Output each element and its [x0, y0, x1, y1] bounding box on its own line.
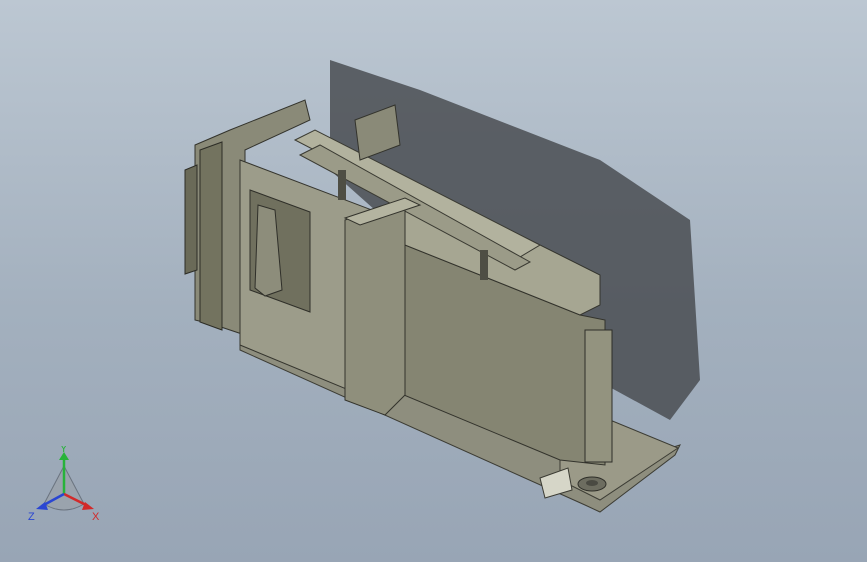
center-band: [344, 199, 406, 416]
clamp-left: [338, 170, 346, 200]
orientation-triad[interactable]: Y X Z: [24, 446, 104, 526]
3d-model[interactable]: [0, 0, 867, 562]
graphics-viewport[interactable]: Y X Z: [0, 0, 867, 562]
belt-roller: [584, 329, 613, 463]
clamp-right: [480, 250, 488, 280]
rear-cover: [199, 141, 223, 331]
rear-grille: [184, 164, 198, 275]
y-axis-label: Y: [60, 446, 68, 455]
x-axis-label: X: [92, 511, 100, 523]
base-bolt-inner: [586, 480, 598, 486]
z-axis-label: Z: [28, 511, 35, 523]
